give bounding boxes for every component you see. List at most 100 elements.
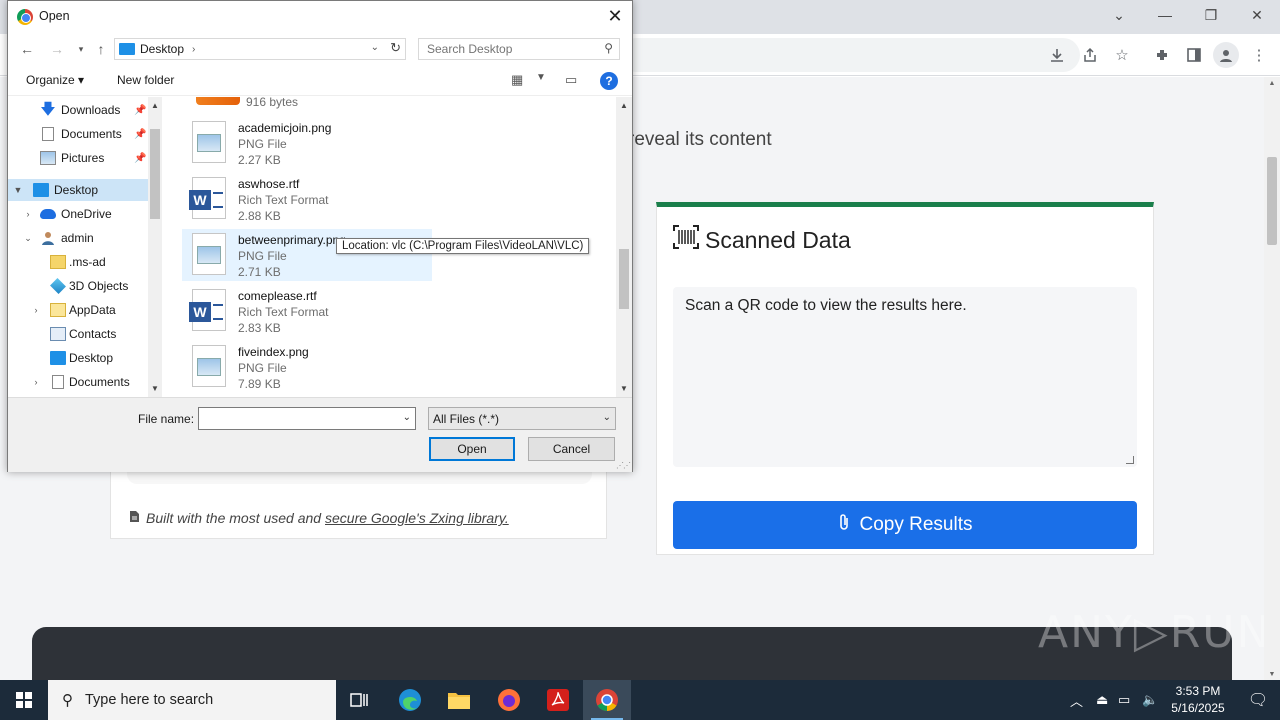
start-button[interactable] <box>0 680 48 720</box>
list-item[interactable]: academicjoin.png PNG File 2.27 KB <box>182 117 432 169</box>
location-breadcrumb[interactable]: Desktop › ⌄ ↻ <box>114 38 406 60</box>
search-field[interactable]: ⚲ <box>418 38 620 60</box>
chevron-down-icon[interactable]: ⌄ <box>603 412 611 423</box>
system-clock[interactable]: 3:53 PM 5/16/2025 <box>1160 683 1236 717</box>
file-name-input[interactable] <box>199 408 395 429</box>
task-view-icon[interactable] <box>336 680 384 720</box>
image-file-icon <box>192 345 226 387</box>
copy-results-button[interactable]: Copy Results <box>673 501 1137 549</box>
new-folder-button[interactable]: New folder <box>117 73 174 87</box>
scrollbar-thumb[interactable] <box>1267 157 1277 245</box>
address-bar[interactable] <box>620 38 1080 72</box>
list-item-partial[interactable]: 916 bytes <box>182 97 432 113</box>
nav-item-downloads[interactable]: 🡇 Downloads 📌 <box>8 99 148 121</box>
sidepanel-icon[interactable] <box>1181 42 1207 68</box>
chrome-taskbar-icon[interactable] <box>583 680 631 720</box>
list-item[interactable]: W comeplease.rtf Rich Text Format 2.83 K… <box>182 285 432 337</box>
nav-item-contacts[interactable]: Contacts <box>8 323 148 345</box>
minimize-button[interactable]: — <box>1142 0 1188 30</box>
refresh-icon[interactable]: ↻ <box>390 40 401 56</box>
network-icon[interactable]: ▭ <box>1118 680 1130 720</box>
breadcrumb-desktop[interactable]: Desktop <box>140 42 184 56</box>
file-explorer-icon[interactable] <box>435 680 483 720</box>
scroll-down-arrow[interactable]: ▼ <box>616 384 632 393</box>
tab-search-button[interactable]: ⌄ <box>1096 0 1142 30</box>
file-type: Rich Text Format <box>238 305 329 319</box>
nav-item-appdata[interactable]: › AppData <box>8 299 148 321</box>
scan-placeholder: Scan a QR code to view the results here. <box>685 297 967 314</box>
scrollbar-thumb[interactable] <box>619 249 629 309</box>
extensions-icon[interactable] <box>1149 42 1175 68</box>
address-row: ← → ▾ ↑ Desktop › ⌄ ↻ ⚲ <box>8 32 632 66</box>
help-icon[interactable]: ? <box>600 72 618 90</box>
image-file-icon <box>192 233 226 275</box>
list-item[interactable]: W aswhose.rtf Rich Text Format 2.88 KB <box>182 173 432 225</box>
open-file-dialog: Open ✕ ← → ▾ ↑ Desktop › ⌄ ↻ ⚲ Organize … <box>7 0 633 472</box>
download-icon[interactable] <box>1044 42 1070 68</box>
file-type-select[interactable]: All Files (*.*) ⌄ <box>428 407 616 430</box>
edge-icon[interactable] <box>386 680 434 720</box>
nav-item-onedrive[interactable]: › OneDrive <box>8 203 148 225</box>
breadcrumb-chevron-icon[interactable]: › <box>192 44 195 55</box>
acrobat-icon[interactable] <box>534 680 582 720</box>
view-options-chevron-icon[interactable]: ▼ <box>536 72 546 83</box>
up-arrow-icon[interactable]: ↑ <box>90 38 112 60</box>
scroll-up-arrow[interactable]: ▲ <box>148 101 162 110</box>
nav-item-admin[interactable]: ⌄ admin <box>8 227 148 249</box>
preview-pane-icon[interactable]: ▭ <box>565 72 577 88</box>
restore-button[interactable]: ❐ <box>1188 0 1234 30</box>
nav-item-desktop-2[interactable]: Desktop <box>8 347 148 369</box>
back-arrow-icon[interactable]: ← <box>16 38 38 60</box>
expand-chevron-icon[interactable]: › <box>30 305 42 315</box>
file-list-scrollbar[interactable]: ▲ ▼ <box>616 97 632 397</box>
collapse-chevron-icon[interactable]: ▼ <box>12 185 24 195</box>
profile-icon[interactable] <box>1213 42 1239 68</box>
scroll-down-arrow[interactable]: ▼ <box>148 384 162 393</box>
share-icon[interactable] <box>1077 42 1103 68</box>
firefox-icon[interactable] <box>485 680 533 720</box>
cancel-button[interactable]: Cancel <box>528 437 615 461</box>
file-size: 916 bytes <box>246 97 299 109</box>
show-hidden-icons-chevron-icon[interactable]: ︿ <box>1070 680 1083 720</box>
collapse-chevron-icon[interactable]: ⌄ <box>22 233 34 244</box>
contacts-icon <box>50 327 66 341</box>
dialog-footer: File name: ⌄ All Files (*.*) ⌄ Open Canc… <box>8 397 632 472</box>
expand-chevron-icon[interactable]: › <box>22 209 34 219</box>
close-icon[interactable]: ✕ <box>602 3 628 29</box>
page-scrollbar[interactable]: ▲ ▼ <box>1264 77 1280 680</box>
search-input[interactable] <box>419 39 599 59</box>
usb-icon[interactable]: ⏏ <box>1096 680 1108 720</box>
file-name-combobox[interactable]: ⌄ <box>198 407 416 430</box>
nav-item-documents[interactable]: Documents 📌 <box>8 123 148 145</box>
scrollbar-thumb[interactable] <box>150 129 160 219</box>
forward-arrow-icon[interactable]: → <box>46 38 68 60</box>
scan-results-textarea[interactable]: Scan a QR code to view the results here. <box>673 287 1137 467</box>
list-item[interactable]: fiveindex.png PNG File 7.89 KB <box>182 341 432 393</box>
nav-item-3d-objects[interactable]: 3D Objects <box>8 275 148 297</box>
resize-grip[interactable]: ⋰⋰ <box>616 461 631 470</box>
nav-item-pictures[interactable]: Pictures 📌 <box>8 147 148 169</box>
scroll-up-arrow[interactable]: ▲ <box>616 101 632 110</box>
nav-pane-scrollbar[interactable]: ▲ ▼ <box>148 97 162 397</box>
open-button[interactable]: Open <box>429 437 515 461</box>
chevron-down-icon[interactable]: ⌄ <box>403 412 411 423</box>
star-icon[interactable]: ☆ <box>1109 42 1135 68</box>
scroll-up-arrow[interactable]: ▲ <box>1264 77 1280 89</box>
nav-item-desktop[interactable]: ▼ Desktop <box>8 179 148 201</box>
resize-grip[interactable] <box>1126 456 1134 464</box>
list-item[interactable]: betweenprimary.png PNG File 2.71 KB <box>182 229 432 281</box>
nav-item-ms-ad[interactable]: .ms-ad <box>8 251 148 273</box>
chevron-down-icon[interactable]: ⌄ <box>371 42 379 53</box>
change-view-icon[interactable]: ▦ <box>511 72 523 88</box>
volume-icon[interactable]: 🔈 <box>1142 680 1158 720</box>
organize-button[interactable]: Organize ▾ <box>26 73 84 87</box>
expand-chevron-icon[interactable]: › <box>30 377 42 387</box>
nav-item-documents-2[interactable]: › Documents <box>8 371 148 393</box>
menu-icon[interactable]: ⋮ <box>1246 42 1272 68</box>
taskbar-search[interactable]: ⚲ Type here to search <box>48 680 336 720</box>
close-window-button[interactable]: ✕ <box>1234 0 1280 30</box>
scroll-down-arrow[interactable]: ▼ <box>1264 668 1280 680</box>
recent-locations-chevron-icon[interactable]: ▾ <box>70 38 92 60</box>
zxing-link[interactable]: secure Google's Zxing library. <box>325 510 509 526</box>
notification-icon[interactable]: 🗨 <box>1236 680 1280 720</box>
